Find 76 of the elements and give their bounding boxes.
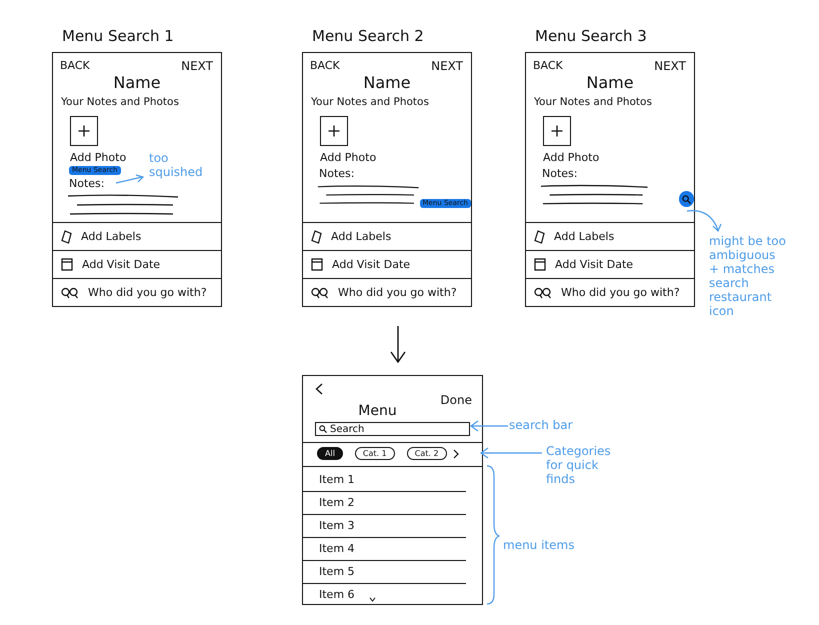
back-chevron-icon[interactable] — [315, 383, 323, 395]
plus-icon — [78, 125, 90, 137]
people-icon — [534, 286, 552, 298]
add-photo-button[interactable] — [543, 116, 571, 146]
menu-item[interactable]: Item 2 — [319, 496, 355, 510]
tag-icon — [61, 230, 72, 244]
plus-icon — [551, 125, 563, 137]
category-chip[interactable]: All — [317, 447, 343, 460]
menu-search-button[interactable] — [678, 191, 694, 207]
annotation-note: might be too ambiguous + matches search restaurant icon — [709, 234, 787, 318]
menu-item[interactable]: Item 1 — [319, 473, 355, 487]
annotation-note: search bar — [509, 418, 573, 432]
calendar-icon — [534, 258, 546, 271]
search-icon — [319, 425, 327, 433]
add-visit-date-row[interactable]: Add Visit Date — [53, 250, 221, 278]
add-photo-button[interactable] — [320, 116, 348, 146]
notes-label: Notes: — [542, 167, 578, 181]
sketch-title: Menu Search 1 — [61, 26, 174, 46]
down-arrow — [390, 325, 406, 363]
back-button[interactable]: BACK — [533, 59, 563, 73]
annotation-arrow — [115, 173, 145, 185]
menu-item[interactable]: Item 3 — [319, 519, 355, 533]
category-chip[interactable]: Cat. 2 — [406, 447, 447, 460]
restaurant-name: Name — [113, 73, 161, 92]
tag-icon — [311, 230, 322, 244]
people-icon — [311, 286, 329, 298]
tag-icon — [534, 230, 545, 244]
add-photo-label: Add Photo — [320, 151, 376, 165]
annotation-note: too squished — [149, 151, 204, 179]
add-visit-date-row[interactable]: Add Visit Date — [303, 250, 471, 278]
calendar-icon — [61, 258, 73, 271]
search-icon — [682, 194, 691, 204]
annotation-note: Categories for quick finds — [546, 444, 612, 486]
add-photo-label: Add Photo — [70, 151, 126, 165]
notes-label: Notes: — [319, 167, 354, 181]
companions-row[interactable]: Who did you go with? — [526, 278, 694, 306]
restaurant-name: Name — [586, 73, 634, 92]
restaurant-name: Name — [363, 73, 411, 92]
chevron-down-icon[interactable] — [368, 596, 376, 602]
add-visit-date-row[interactable]: Add Visit Date — [526, 250, 694, 278]
add-photo-label: Add Photo — [543, 151, 600, 165]
search-field[interactable]: Search — [315, 422, 470, 436]
notes-label: Notes: — [69, 177, 104, 191]
menu-title: Menu — [358, 403, 397, 420]
next-button[interactable]: NEXT — [431, 59, 463, 73]
category-chip[interactable]: Cat. 1 — [354, 447, 395, 460]
add-photo-button[interactable] — [70, 116, 98, 146]
sketch-title: Menu Search 2 — [311, 26, 424, 46]
companions-row[interactable]: Who did you go with? — [303, 278, 471, 306]
calendar-icon — [311, 258, 323, 271]
next-button[interactable]: NEXT — [654, 59, 686, 73]
add-labels-row[interactable]: Add Labels — [303, 222, 471, 250]
annotation-arrow — [686, 208, 722, 234]
notes-field[interactable] — [67, 194, 179, 216]
notes-field[interactable] — [317, 184, 420, 206]
sketch-title: Menu Search 3 — [534, 26, 647, 46]
people-icon — [61, 286, 79, 298]
annotation-note: menu items — [503, 538, 574, 552]
back-button[interactable]: BACK — [60, 59, 90, 73]
section-heading: Your Notes and Photos — [534, 95, 652, 109]
back-button[interactable]: BACK — [310, 59, 340, 73]
section-heading: Your Notes and Photos — [61, 95, 179, 109]
menu-item[interactable]: Item 6 — [319, 588, 355, 602]
next-button[interactable]: NEXT — [181, 59, 213, 73]
menu-item[interactable]: Item 5 — [319, 565, 355, 579]
companions-row[interactable]: Who did you go with? — [53, 278, 221, 306]
plus-icon — [328, 125, 340, 137]
notes-field[interactable] — [540, 184, 648, 206]
annotation-arrow — [479, 447, 543, 459]
menu-item[interactable]: Item 4 — [319, 542, 355, 556]
done-button[interactable]: Done — [440, 393, 472, 407]
annotation-arrow — [469, 420, 509, 432]
section-heading: Your Notes and Photos — [311, 95, 429, 109]
add-labels-row[interactable]: Add Labels — [53, 222, 221, 250]
chevron-right-icon[interactable] — [452, 448, 459, 458]
add-labels-row[interactable]: Add Labels — [526, 222, 694, 250]
